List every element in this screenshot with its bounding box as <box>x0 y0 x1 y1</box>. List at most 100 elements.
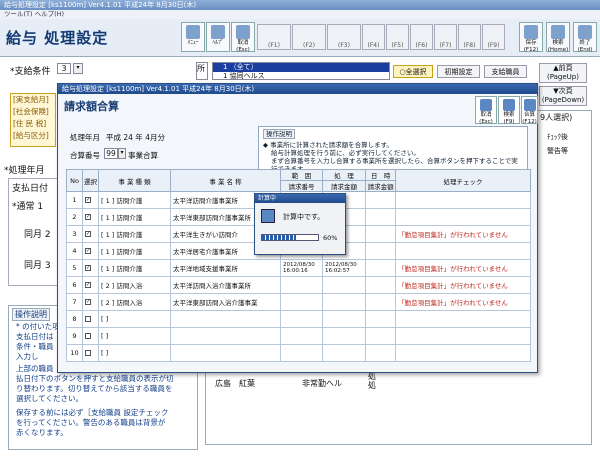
combine-icon <box>523 99 536 111</box>
row-select-checkbox[interactable]: ✓ <box>82 225 99 243</box>
checkbox-icon[interactable]: ✓ <box>85 231 91 237</box>
fkey-f4[interactable]: (F4) <box>362 24 385 50</box>
row-datetime <box>365 208 397 226</box>
row-type: [ 1 ] 訪問介護 <box>98 225 171 243</box>
row-select-checkbox[interactable] <box>82 327 99 345</box>
progress-bar <box>261 234 319 241</box>
row-name <box>170 327 281 345</box>
table-row[interactable]: 8 [ ] <box>66 310 531 328</box>
progress-fill <box>262 235 296 240</box>
same-month-2-label: 同月 2 <box>24 230 51 240</box>
search-button[interactable]: 検索 (Home) <box>546 22 570 53</box>
exit-icon <box>578 25 592 39</box>
subcol-claim-amount: 請求金額 <box>321 180 367 192</box>
checkbox-icon[interactable] <box>85 350 91 356</box>
staff-name[interactable]: 広島 紅葉 <box>215 378 255 389</box>
office-label-box: 所 <box>196 62 208 80</box>
row-datetime <box>365 276 397 294</box>
row-select-checkbox[interactable]: ✓ <box>82 276 99 294</box>
row-select-checkbox[interactable]: ✓ <box>82 293 99 311</box>
row-range: 2012/08/30 16:00:16 <box>280 259 323 277</box>
pay-date-label: 支払日付 <box>12 184 49 194</box>
row-process <box>321 310 367 328</box>
help-button[interactable]: ﾍﾙﾌﾟ <box>206 22 230 52</box>
initial-settings-button[interactable]: 初期設定 <box>437 65 480 78</box>
row-name <box>170 344 281 362</box>
table-row[interactable]: 6 ✓ [ 2 ] 訪問入浴 太平洋訪問入浴介護事業所 「勤怠項目集計」が行われていませ… <box>66 276 531 294</box>
exit-button[interactable]: 終了 (End) <box>573 22 597 53</box>
menu-icon <box>186 25 200 39</box>
table-row[interactable]: 5 ✓ [ 1 ] 訪問介護 太平洋地域支援事業所 2012/08/30 16:00:1… <box>66 259 531 277</box>
progress-dialog: 計算中 計算中です。 60% <box>254 193 346 255</box>
dialog-cancel-button[interactable]: 取消 (Esc) <box>475 96 497 125</box>
checkbox-icon[interactable]: ✓ <box>85 282 91 288</box>
table-row[interactable]: 10 [ ] <box>66 344 531 362</box>
checkbox-icon[interactable]: ✓ <box>85 299 91 305</box>
row-range <box>280 344 323 362</box>
warning-col: 警告等 <box>547 147 568 155</box>
row-no: 10 <box>66 344 83 362</box>
summary-item: [住 民 税] <box>13 119 47 128</box>
checkbox-icon[interactable] <box>85 333 91 339</box>
dialog-search-button[interactable]: 検索 (F9) <box>498 96 520 125</box>
col-range: 範 囲 <box>280 169 323 181</box>
filter-input[interactable]: 3 <box>57 63 71 74</box>
undo-icon <box>480 99 492 111</box>
table-row[interactable]: 7 ✓ [ 2 ] 訪問入浴 太平洋東部訪問入浴介護事業 「勤怠項目集計」が行われていま… <box>66 293 531 311</box>
fkey-f2[interactable]: (F2) <box>292 24 326 50</box>
check-after-col: ﾁｪｯｸ後 <box>547 133 568 141</box>
search-icon <box>503 99 515 111</box>
row-check <box>395 344 531 362</box>
next-page-button[interactable]: ▼次頁 (PageDown) <box>539 86 587 106</box>
fkey-f8[interactable]: (F8) <box>458 24 481 50</box>
dialog-combine-button[interactable]: 合算 (F12) <box>521 96 538 125</box>
fkey-f6[interactable]: (F6) <box>410 24 433 50</box>
combine-no-input[interactable]: 99 <box>104 148 118 159</box>
row-select-checkbox[interactable]: ✓ <box>82 191 99 209</box>
cancel-button[interactable]: 取消 (Esc) <box>231 22 255 53</box>
row-select-checkbox[interactable]: ✓ <box>82 259 99 277</box>
row-select-checkbox[interactable] <box>82 310 99 328</box>
row-type: [ 1 ] 訪問介護 <box>98 191 171 209</box>
select-all-button[interactable]: ○全選択 <box>393 65 433 78</box>
row-no: 6 <box>66 276 83 294</box>
list-option-1[interactable]: 1 協同ヘルス <box>213 72 389 81</box>
fkey-f5[interactable]: (F5) <box>386 24 409 50</box>
office-listbox[interactable]: 1 （全て） 1 協同ヘルス <box>212 62 390 80</box>
row-type: [ 1 ] 訪問介護 <box>98 208 171 226</box>
table-row[interactable]: 9 [ ] <box>66 327 531 345</box>
row-datetime <box>365 225 397 243</box>
dialog-ops-line-1: ◆ 事業所に計算された請求額を合算します。 <box>263 141 393 149</box>
checkbox-icon[interactable]: ✓ <box>85 248 91 254</box>
row-select-checkbox[interactable]: ✓ <box>82 242 99 260</box>
fkey-f1[interactable]: (F1) <box>257 24 291 50</box>
row-select-checkbox[interactable]: ✓ <box>82 208 99 226</box>
col-process: 処 理 <box>321 169 367 181</box>
fkey-f7[interactable]: (F7) <box>434 24 457 50</box>
combine-no-dropdown[interactable]: ▾ <box>118 148 126 159</box>
filter-dropdown[interactable]: ▾ <box>73 63 83 74</box>
row-process <box>321 293 367 311</box>
normal-label: *通常 1 <box>12 202 44 212</box>
row-type: [ 1 ] 訪問介護 <box>98 242 171 260</box>
menu-bar[interactable]: ツール(T) ヘルプ(H) <box>0 10 600 19</box>
col-datetime: 日 時 <box>365 169 397 181</box>
checkbox-icon[interactable]: ✓ <box>85 214 91 220</box>
row-datetime <box>365 310 397 328</box>
save-button[interactable]: 保存 (F12) <box>519 22 543 53</box>
checkbox-icon[interactable] <box>85 316 91 322</box>
row-check: 「勤怠項目集計」が行われていません <box>395 225 531 243</box>
row-datetime <box>365 191 397 209</box>
list-option-all[interactable]: 1 （全て） <box>213 63 389 72</box>
fkey-f3[interactable]: (F3) <box>327 24 361 50</box>
main-titlebar: 給与処理設定 [ks1100m] Ver4.1.01 平成24年 8月30日(木… <box>0 0 600 10</box>
fkey-f9[interactable]: (F9) <box>482 24 505 50</box>
payroll-staff-button[interactable]: 支給職員 <box>484 65 527 78</box>
menu-button[interactable]: ﾒﾆｭｰ <box>181 22 205 52</box>
row-select-checkbox[interactable] <box>82 344 99 362</box>
dialog-heading: 請求額合算 <box>64 100 119 113</box>
subcol-claim-amount-2: 請求金額 <box>365 180 397 192</box>
checkbox-icon[interactable]: ✓ <box>85 197 91 203</box>
checkbox-icon[interactable]: ✓ <box>85 265 91 271</box>
prev-page-button[interactable]: ▲前頁 (PageUp) <box>539 63 587 83</box>
